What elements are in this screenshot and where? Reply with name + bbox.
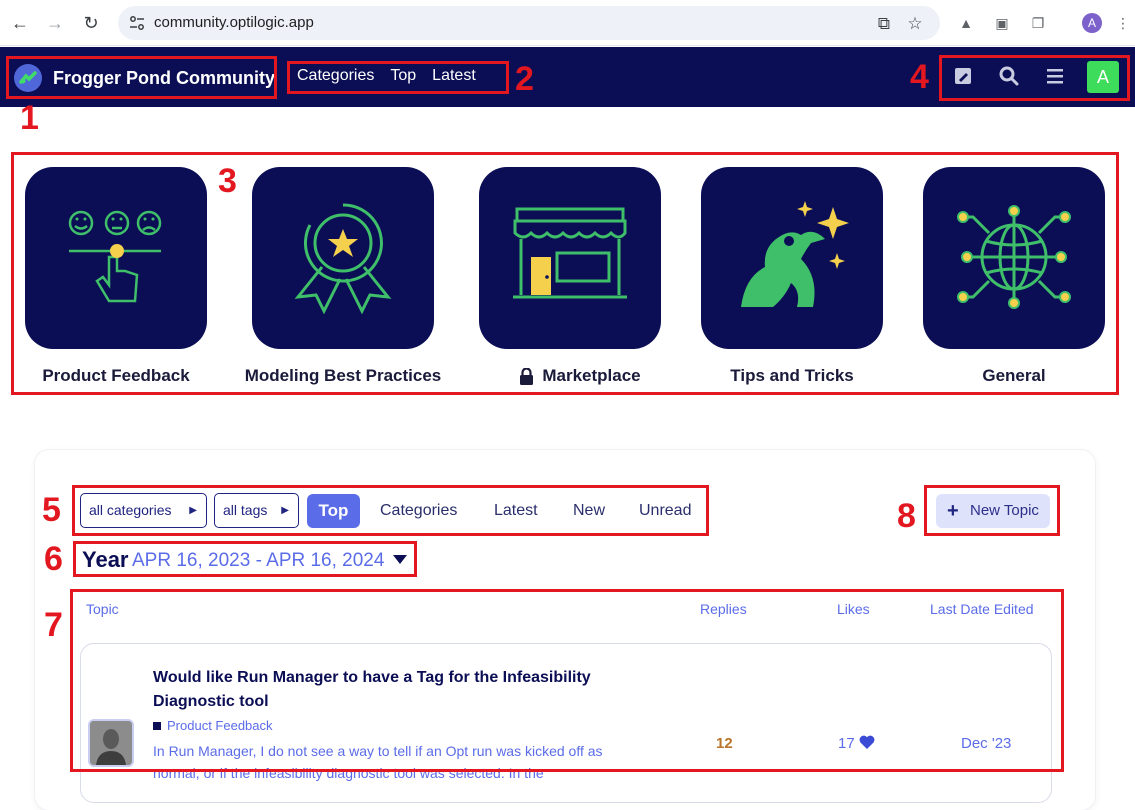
annotation-box-5 bbox=[72, 485, 709, 536]
annotation-box-7 bbox=[70, 589, 1064, 772]
annotation-number-1: 1 bbox=[20, 99, 39, 137]
extension-icon-2[interactable]: ▣ bbox=[991, 12, 1013, 34]
annotation-box-3 bbox=[11, 152, 1119, 395]
annotation-box-4 bbox=[939, 55, 1130, 101]
back-icon[interactable]: ← bbox=[8, 11, 32, 35]
browser-menu-icon[interactable]: ⋮ bbox=[1112, 12, 1134, 34]
annotation-number-7: 7 bbox=[44, 606, 63, 644]
reload-icon[interactable]: ↻ bbox=[79, 11, 103, 35]
annotation-number-8: 8 bbox=[897, 497, 916, 535]
bookmark-star-icon[interactable]: ☆ bbox=[905, 14, 925, 34]
browser-toolbar: ← → ↻ community.optilogic.app ⧉ ☆ ▲ ▣ ❐ … bbox=[0, 0, 1135, 46]
url-text[interactable]: community.optilogic.app bbox=[154, 14, 314, 31]
annotation-box-6 bbox=[73, 541, 417, 577]
forward-icon[interactable]: → bbox=[43, 11, 67, 35]
install-app-icon[interactable]: ⧉ bbox=[874, 14, 894, 34]
extension-icon[interactable]: ▲ bbox=[955, 12, 977, 34]
site-info-icon[interactable] bbox=[128, 14, 146, 32]
annotation-box-8 bbox=[924, 485, 1060, 536]
browser-profile-avatar[interactable]: A bbox=[1082, 13, 1102, 33]
address-bar[interactable]: community.optilogic.app ⧉ ☆ bbox=[118, 6, 940, 40]
annotation-number-3: 3 bbox=[218, 162, 237, 200]
annotation-box-1 bbox=[6, 56, 277, 99]
annotation-number-6: 6 bbox=[44, 540, 63, 578]
annotation-number-4: 4 bbox=[910, 58, 929, 96]
annotation-box-2 bbox=[287, 61, 509, 94]
annotation-number-5: 5 bbox=[42, 491, 61, 529]
extensions-puzzle-icon[interactable]: ❐ bbox=[1027, 12, 1049, 34]
annotation-number-2: 2 bbox=[515, 60, 534, 98]
